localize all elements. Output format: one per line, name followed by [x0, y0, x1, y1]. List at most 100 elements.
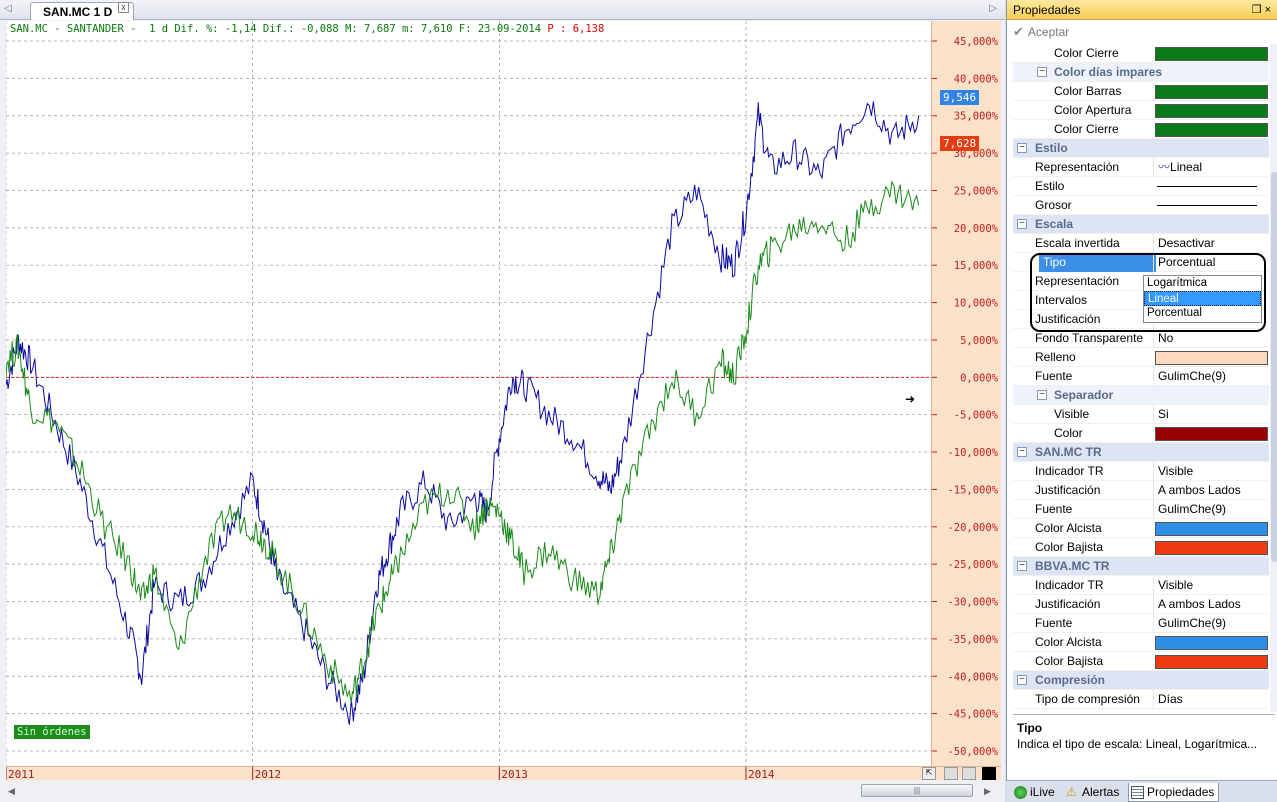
property-row[interactable]: Justificación A ambos Lados — [1013, 595, 1269, 614]
property-row[interactable]: Tipo de compresión Días — [1013, 690, 1269, 709]
property-row[interactable]: Indicador TR Visible — [1013, 462, 1269, 481]
property-value[interactable]: Días — [1153, 690, 1269, 709]
property-value-text: GulimChe(9) — [1158, 616, 1227, 630]
property-category[interactable]: − BBVA.MC TR — [1013, 557, 1269, 576]
property-value[interactable]: Visible — [1153, 462, 1269, 481]
background-color-icon[interactable] — [982, 767, 996, 780]
color-swatch[interactable] — [1155, 655, 1268, 669]
collapse-toggle-icon[interactable]: − — [1037, 67, 1047, 77]
accept-button[interactable]: Aceptar — [1028, 25, 1069, 39]
property-value[interactable]: GulimChe(9) — [1153, 500, 1269, 519]
color-swatch[interactable] — [1155, 104, 1268, 118]
scale-type-dropdown-list[interactable]: Logarítmica Lineal Porcentual — [1143, 275, 1262, 323]
property-value[interactable]: Porcentual▼ — [1153, 253, 1269, 272]
color-swatch[interactable] — [1155, 85, 1268, 99]
color-swatch[interactable] — [1155, 541, 1268, 555]
dropdown-option-highlighted[interactable]: Lineal — [1144, 291, 1261, 306]
tab-ilive[interactable]: iLive — [1012, 783, 1055, 802]
property-category[interactable]: − Separador — [1013, 386, 1269, 405]
property-value[interactable]: A ambos Lados — [1153, 595, 1269, 614]
scrollbar-thumb[interactable] — [1271, 172, 1277, 562]
property-row[interactable]: Color Cierre — [1013, 120, 1269, 139]
dropdown-option[interactable]: Logarítmica — [1144, 276, 1261, 291]
property-row[interactable]: Fuente GulimChe(9) — [1013, 614, 1269, 633]
property-value[interactable]: Visible — [1153, 576, 1269, 595]
x-axis[interactable]: 2011 2012 2013 2014 — [5, 766, 1001, 781]
tab-propiedades[interactable]: Propiedades — [1128, 783, 1220, 802]
tab-scroll-right-icon[interactable]: ▷ — [989, 3, 997, 14]
property-value[interactable]: 〰Lineal — [1153, 158, 1269, 177]
property-value[interactable]: A ambos Lados — [1153, 481, 1269, 500]
property-row[interactable]: Estilo — [1013, 177, 1269, 196]
collapse-toggle-icon[interactable]: − — [1017, 561, 1027, 571]
property-value[interactable]: No — [1153, 329, 1269, 348]
property-value-text: Desactivar — [1158, 236, 1215, 250]
scroll-right-icon[interactable]: ▶ — [984, 786, 991, 797]
pin-close-icons[interactable]: ❒ × — [1252, 3, 1271, 16]
property-grid-scrollbar[interactable] — [1270, 44, 1277, 712]
overlay-icon[interactable] — [944, 767, 958, 780]
property-name: Representación — [1035, 160, 1120, 174]
y-axis[interactable]: 45,000% 40,000% 35,000% 30,000% 25,000% 20,00… — [931, 21, 1001, 766]
property-value[interactable]: Desactivar — [1153, 234, 1269, 253]
scrollbar-thumb[interactable]: ||| — [861, 784, 973, 797]
property-row[interactable]: Color Apertura — [1013, 101, 1269, 120]
property-row[interactable]: Fondo Transparente No — [1013, 329, 1269, 348]
alert-icon: ⚠ — [1066, 785, 1077, 799]
line-style-preview[interactable] — [1157, 205, 1257, 206]
property-row[interactable]: Color Alcista — [1013, 633, 1269, 652]
collapse-toggle-icon[interactable]: − — [1017, 447, 1027, 457]
zoom-icon[interactable]: ⇱ — [922, 767, 936, 780]
orders-status-badge[interactable]: Sin órdenes — [14, 725, 90, 739]
property-row[interactable]: Relleno — [1013, 348, 1269, 367]
property-category[interactable]: − Color días impares — [1013, 63, 1269, 82]
plot-area[interactable] — [5, 21, 931, 766]
property-row[interactable]: Representación 〰Lineal — [1013, 158, 1269, 177]
collapse-toggle-icon[interactable]: − — [1017, 675, 1027, 685]
y-tick-label: 40,000% — [954, 73, 999, 85]
symbol-label: SAN.MC - SANTANDER - 1 d Dif. %: — [10, 23, 225, 35]
layout-icon[interactable] — [962, 767, 976, 780]
collapse-toggle-icon[interactable]: − — [1037, 390, 1047, 400]
property-row[interactable]: TipoPorcentual▼ — [1013, 253, 1269, 272]
horizontal-scrollbar[interactable]: ◀ ||| ▶ — [6, 780, 1001, 802]
property-row[interactable]: Color — [1013, 424, 1269, 443]
property-category[interactable]: − Escala — [1013, 215, 1269, 234]
property-row[interactable]: Grosor — [1013, 196, 1269, 215]
color-swatch[interactable] — [1155, 123, 1268, 137]
property-row[interactable]: Color Cierre — [1013, 44, 1269, 63]
collapse-toggle-icon[interactable]: − — [1017, 143, 1027, 153]
color-swatch[interactable] — [1155, 351, 1268, 365]
dropdown-option[interactable]: Porcentual — [1144, 306, 1261, 321]
property-row[interactable]: Justificación A ambos Lados — [1013, 481, 1269, 500]
property-row[interactable]: Visible Si — [1013, 405, 1269, 424]
property-name: BBVA.MC TR — [1035, 559, 1110, 573]
property-category[interactable]: − Estilo — [1013, 139, 1269, 158]
color-swatch[interactable] — [1155, 636, 1268, 650]
property-row[interactable]: Color Bajista — [1013, 652, 1269, 671]
property-row[interactable]: Fuente GulimChe(9) — [1013, 500, 1269, 519]
property-value[interactable]: GulimChe(9) — [1153, 614, 1269, 633]
property-row[interactable]: Indicador TR Visible — [1013, 576, 1269, 595]
collapse-toggle-icon[interactable]: − — [1017, 219, 1027, 229]
property-row[interactable]: Fuente GulimChe(9) — [1013, 367, 1269, 386]
property-category[interactable]: − Compresión — [1013, 671, 1269, 690]
property-name: Color Cierre — [1054, 122, 1119, 136]
property-row[interactable]: Color Alcista — [1013, 519, 1269, 538]
property-value-text: Si — [1158, 407, 1169, 421]
property-category[interactable]: − SAN.MC TR — [1013, 443, 1269, 462]
property-row[interactable]: Color Barras — [1013, 82, 1269, 101]
color-swatch[interactable] — [1155, 47, 1268, 61]
property-row[interactable]: Color Bajista — [1013, 538, 1269, 557]
property-row[interactable]: Escala invertida Desactivar — [1013, 234, 1269, 253]
tab-scroll-left-icon[interactable]: ◁ — [4, 3, 14, 17]
color-swatch[interactable] — [1155, 427, 1268, 441]
property-value[interactable]: GulimChe(9) — [1153, 367, 1269, 386]
tab-close-icon[interactable]: x — [118, 2, 129, 13]
x-axis-labels: 2011 2012 2013 2014 — [5, 767, 775, 781]
line-style-preview[interactable] — [1157, 186, 1257, 187]
tab-alertas[interactable]: ⚠ Alertas — [1064, 783, 1119, 802]
property-value[interactable]: Si — [1153, 405, 1269, 424]
color-swatch[interactable] — [1155, 522, 1268, 536]
scroll-left-icon[interactable]: ◀ — [8, 786, 15, 797]
